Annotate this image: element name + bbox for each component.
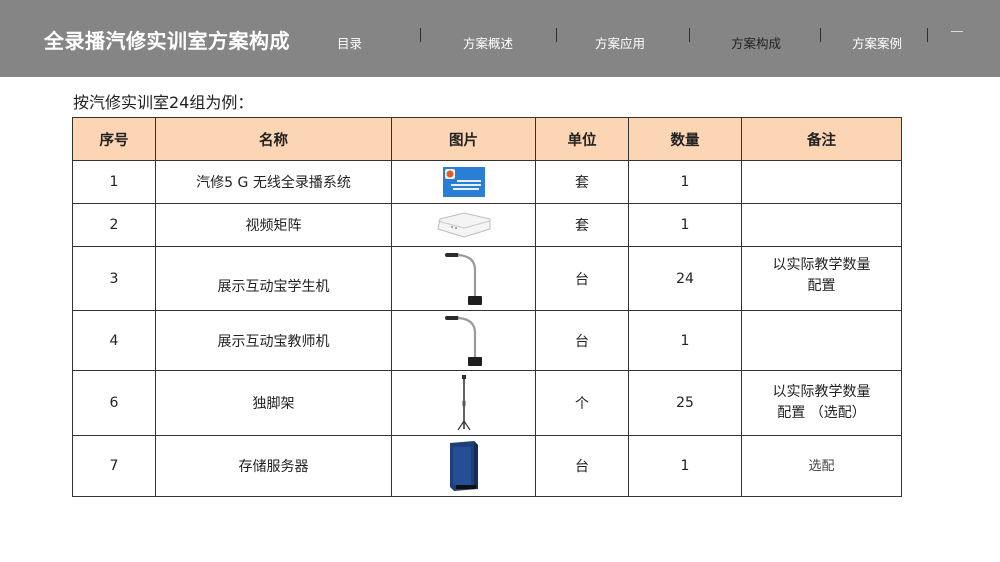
note-line: 选配 (808, 458, 835, 474)
cell-name: 汽修5 G 无线全录播系统 (155, 160, 392, 204)
note-line: 配置 (807, 277, 836, 294)
table-row: 6 独脚架 个 25 以实际教学数量 配置 （选配） (72, 370, 902, 436)
cell-index: 3 (72, 246, 156, 311)
nav-item-application[interactable]: 方案应用 (595, 33, 645, 52)
cell-index: 7 (72, 435, 156, 497)
monopod-icon (457, 375, 470, 431)
cell-index: 2 (72, 203, 156, 247)
nav-item-overview[interactable]: 方案概述 (463, 33, 513, 52)
note-line: 以实际教学数量 (772, 256, 871, 273)
cell-name: 展示互动宝学生机 (155, 246, 392, 311)
cell-note (741, 203, 902, 247)
white-box-device-icon (436, 212, 490, 238)
cell-image (391, 203, 536, 247)
cell-unit: 套 (535, 203, 629, 247)
table-row: 2 视频矩阵 套 1 (72, 203, 902, 247)
page-title: 全录播汽修实训室方案构成 (44, 29, 290, 53)
cell-quantity: 25 (628, 370, 742, 436)
cell-unit: 台 (535, 246, 629, 311)
nav-separator (820, 28, 821, 42)
column-header-image: 图片 (391, 117, 536, 161)
cell-name: 视频矩阵 (155, 203, 392, 247)
cell-name: 独脚架 (155, 370, 392, 436)
cell-image (391, 160, 536, 204)
minimize-dash-icon (951, 31, 963, 32)
nav-item-contents[interactable]: 目录 (337, 33, 362, 52)
note-line: 配置 （选配） (777, 405, 866, 421)
software-box-icon (442, 167, 485, 197)
cell-image (391, 370, 536, 436)
nav-separator (556, 28, 557, 42)
cell-name: 存储服务器 (155, 435, 392, 497)
column-header-index: 序号 (72, 117, 156, 161)
cell-note (741, 310, 902, 371)
cell-unit: 台 (535, 310, 629, 371)
gooseneck-camera-icon (444, 252, 482, 305)
cell-quantity: 1 (628, 435, 742, 497)
cell-index: 4 (72, 310, 156, 371)
nav-separator (420, 28, 421, 42)
cell-index: 6 (72, 370, 156, 436)
cell-unit: 台 (535, 435, 629, 497)
intro-text: 按汽修实训室24组为例： (73, 93, 254, 112)
gooseneck-camera-icon (444, 315, 482, 366)
top-banner: 全录播汽修实训室方案构成 目录 方案概述 方案应用 方案构成 方案案例 (0, 0, 1000, 77)
note-line: 以实际教学数量 (772, 384, 871, 400)
cell-quantity: 24 (628, 246, 742, 311)
column-header-name: 名称 (155, 117, 392, 161)
cell-quantity: 1 (628, 160, 742, 204)
cell-note (741, 160, 902, 204)
table-header-row: 序号 名称 图片 单位 数量 备注 (72, 117, 902, 161)
cell-note: 以实际教学数量 配置 （选配） (741, 370, 902, 436)
column-header-note: 备注 (741, 117, 902, 161)
table-row: 1 汽修5 G 无线全录播系统 套 1 (72, 160, 902, 204)
tower-server-icon (449, 441, 478, 491)
cell-image (391, 246, 536, 311)
cell-note: 以实际教学数量 配置 (741, 246, 902, 311)
nav-separator (689, 28, 690, 42)
nav-item-composition[interactable]: 方案构成 (731, 33, 781, 52)
cell-unit: 个 (535, 370, 629, 436)
nav-separator (927, 28, 928, 42)
cell-note: 选配 (741, 435, 902, 497)
column-header-unit: 单位 (535, 117, 629, 161)
cell-quantity: 1 (628, 203, 742, 247)
column-header-quantity: 数量 (628, 117, 742, 161)
cell-index: 1 (72, 160, 156, 204)
equipment-table: 序号 名称 图片 单位 数量 备注 1 汽修5 G 无线全录播系统 套 1 2 … (72, 117, 902, 497)
cell-unit: 套 (535, 160, 629, 204)
nav-item-cases[interactable]: 方案案例 (852, 33, 902, 52)
cell-image (391, 435, 536, 497)
table-row: 7 存储服务器 台 1 选配 (72, 435, 902, 497)
table-row: 4 展示互动宝教师机 台 1 (72, 310, 902, 371)
cell-name: 展示互动宝教师机 (155, 310, 392, 371)
cell-image (391, 310, 536, 371)
table-row: 3 展示互动宝学生机 台 24 以实际教学数量 配置 (72, 246, 902, 311)
cell-quantity: 1 (628, 310, 742, 371)
